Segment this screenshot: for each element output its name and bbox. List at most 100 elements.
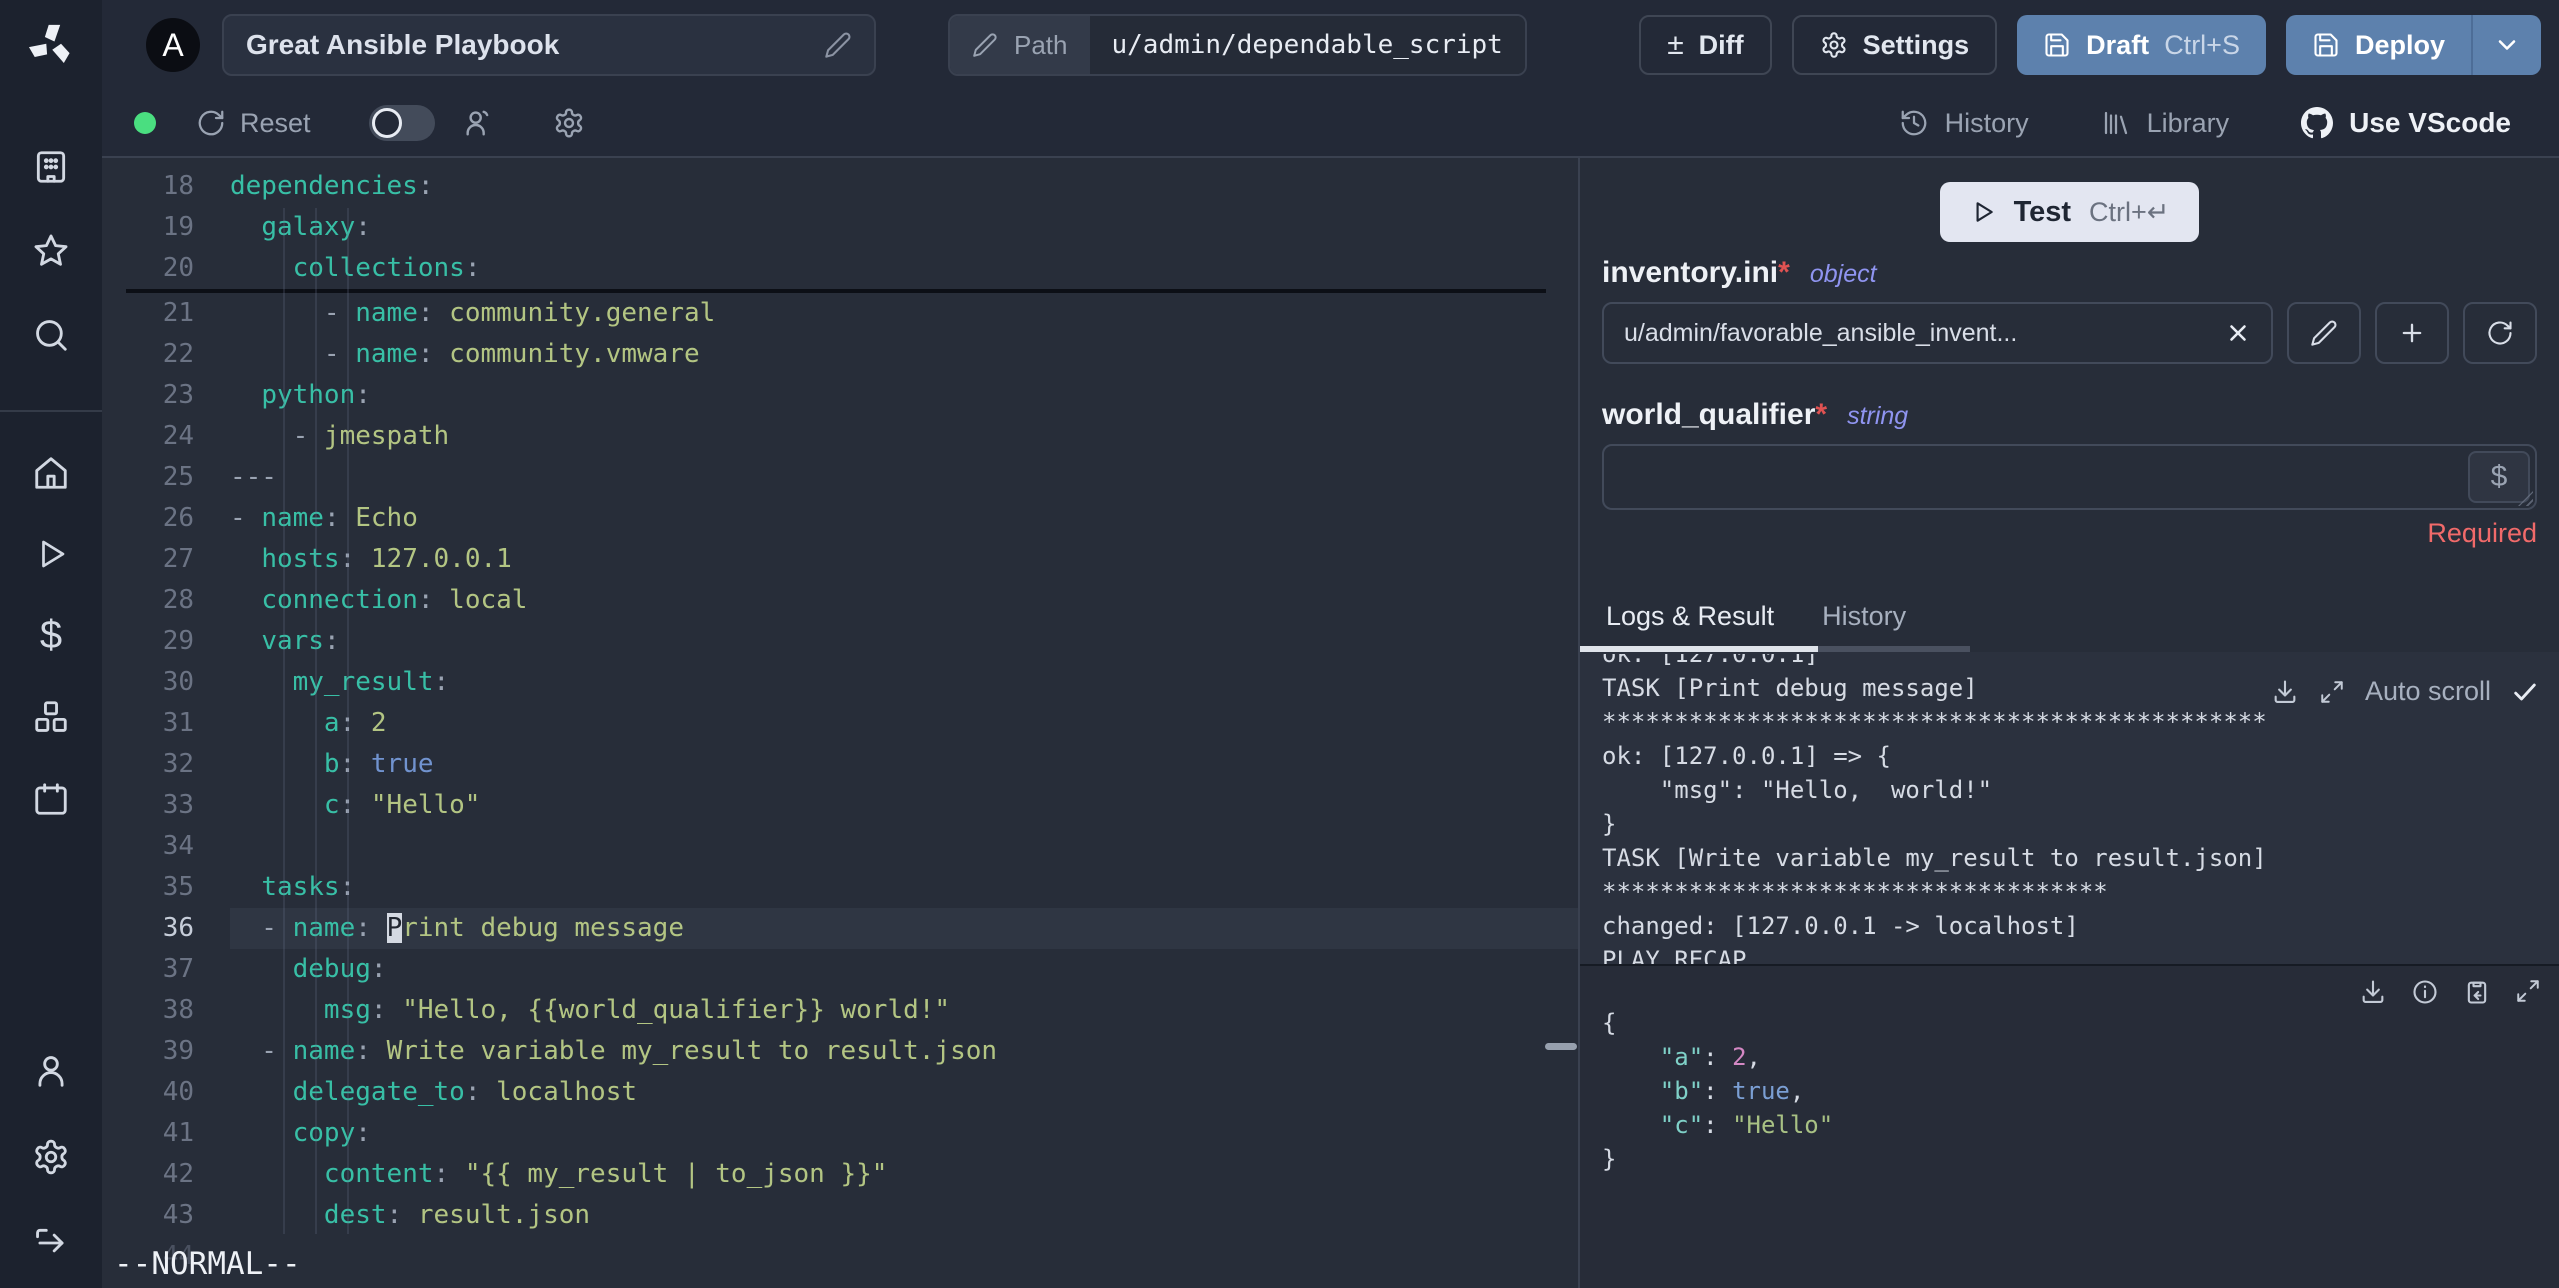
collaborators-icon[interactable] bbox=[463, 107, 495, 139]
required-asterisk: * bbox=[1815, 398, 1828, 431]
indent-guide bbox=[347, 208, 349, 1234]
refresh-icon bbox=[2486, 319, 2514, 347]
clear-resource-x-icon[interactable] bbox=[2225, 320, 2251, 346]
line-number: 35 bbox=[162, 872, 194, 902]
expand-logs-icon[interactable] bbox=[2319, 679, 2345, 705]
result-tabs: Logs & Result History bbox=[1580, 601, 2559, 652]
copy-result-clipboard-icon[interactable] bbox=[2463, 978, 2491, 1006]
path-value: u/admin/dependable_script bbox=[1089, 16, 1525, 74]
log-line: ok: [127.0.0.1] bbox=[1602, 654, 1819, 668]
library-label: Library bbox=[2146, 107, 2230, 138]
log-line: ****************************************… bbox=[1602, 708, 2267, 736]
vim-mode-indicator: --NORMAL-- bbox=[114, 1246, 301, 1282]
code-editor[interactable]: 18 dependencies: 19 galaxy: 20 collections:… bbox=[102, 158, 1578, 1288]
script-path-control[interactable]: Path u/admin/dependable_script bbox=[948, 14, 1527, 76]
result-info-icon[interactable] bbox=[2411, 978, 2439, 1006]
search-icon[interactable] bbox=[32, 316, 70, 354]
arg-world-qualifier-type: string bbox=[1847, 402, 1909, 430]
download-result-icon[interactable] bbox=[2359, 978, 2387, 1006]
edit-resource-button[interactable] bbox=[2287, 302, 2361, 364]
workspace-icon[interactable] bbox=[32, 148, 70, 186]
required-error: Required bbox=[2427, 518, 2537, 548]
code-line-23: 23 python: bbox=[102, 375, 1578, 416]
script-summary-input[interactable]: Great Ansible Playbook bbox=[222, 14, 876, 76]
insert-variable-dollar-button[interactable]: $ bbox=[2468, 451, 2530, 503]
arg-inventory-label: inventory.ini* bbox=[1602, 256, 1790, 289]
sticky-scroll-lines: 18 dependencies: 19 galaxy: 20 collections: bbox=[102, 158, 1578, 289]
code-line-41: 41 copy: bbox=[102, 1113, 1578, 1154]
ansible-letter: A bbox=[162, 26, 184, 63]
code-line-28: 28 connection: local bbox=[102, 580, 1578, 621]
editor-settings-gear-icon[interactable] bbox=[553, 107, 585, 139]
refresh-resource-button[interactable] bbox=[2463, 302, 2537, 364]
draft-button[interactable]: Draft Ctrl+S bbox=[2017, 15, 2266, 75]
code-line-20: 20 collections: bbox=[102, 248, 1578, 289]
add-resource-button[interactable] bbox=[2375, 302, 2449, 364]
favorites-star-icon[interactable] bbox=[32, 232, 70, 270]
test-button[interactable]: Test Ctrl+↵ bbox=[1939, 182, 2200, 242]
library-button[interactable]: Library bbox=[2101, 107, 2230, 139]
result-json: { "a": 2, "b": true, "c": "Hello"} bbox=[1602, 1006, 2559, 1176]
home-icon[interactable] bbox=[32, 454, 70, 492]
code-line-19: 19 galaxy: bbox=[102, 207, 1578, 248]
logout-icon[interactable] bbox=[32, 1224, 70, 1262]
tab-history[interactable]: History bbox=[1822, 601, 1906, 632]
github-icon bbox=[2301, 107, 2334, 139]
indent-guide bbox=[315, 208, 317, 1234]
inventory-resource-value: u/admin/favorable_ansible_invent... bbox=[1624, 318, 2018, 347]
runs-play-icon[interactable] bbox=[33, 536, 69, 572]
save-icon bbox=[2043, 31, 2071, 59]
arg-world-qualifier-label: world_qualifier* bbox=[1602, 398, 1828, 431]
result-pane[interactable]: { "a": 2, "b": true, "c": "Hello"} bbox=[1580, 964, 2559, 1288]
resources-boxes-icon[interactable] bbox=[32, 698, 70, 736]
expand-result-icon[interactable] bbox=[2515, 978, 2541, 1006]
code-line-43: 43 dest: result.json bbox=[102, 1195, 1578, 1236]
code-line-33: 33 c: "Hello" bbox=[102, 785, 1578, 826]
schedules-calendar-icon[interactable] bbox=[32, 780, 70, 818]
history-button[interactable]: History bbox=[1899, 108, 2029, 139]
result-line: } bbox=[1602, 1145, 1617, 1173]
world-qualifier-input[interactable]: $ bbox=[1602, 444, 2537, 510]
line-number: 34 bbox=[162, 831, 194, 861]
panel-resizer-handle[interactable] bbox=[1545, 1043, 1577, 1050]
plus-icon bbox=[2398, 319, 2426, 347]
line-number: 32 bbox=[162, 749, 194, 779]
reset-button[interactable]: Reset bbox=[196, 108, 311, 139]
indent-guide bbox=[283, 208, 285, 1234]
use-vscode-button[interactable]: Use VScode bbox=[2301, 107, 2511, 139]
deploy-dropdown-button[interactable] bbox=[2471, 15, 2541, 75]
line-number: 22 bbox=[162, 339, 194, 369]
code-line-22: 22 - name: community.vmware bbox=[102, 334, 1578, 375]
sidebar-divider bbox=[0, 410, 102, 412]
log-line: "msg": "Hello, world!" bbox=[1602, 776, 1993, 804]
user-icon[interactable] bbox=[32, 1052, 70, 1090]
line-number: 29 bbox=[162, 626, 194, 656]
play-icon bbox=[1970, 199, 1996, 225]
deploy-button[interactable]: Deploy bbox=[2286, 15, 2471, 75]
variables-dollar-icon[interactable]: $ bbox=[40, 615, 62, 655]
download-logs-icon[interactable] bbox=[2271, 678, 2299, 706]
path-label: Path bbox=[1014, 29, 1068, 60]
code-line-44: 44 bbox=[102, 1236, 1578, 1277]
line-number: 40 bbox=[162, 1077, 194, 1107]
path-label-segment[interactable]: Path bbox=[950, 16, 1090, 74]
tab-logs-result[interactable]: Logs & Result bbox=[1606, 601, 1774, 632]
code-line-30: 30 my_result: bbox=[102, 662, 1578, 703]
edit-summary-pencil-icon[interactable] bbox=[824, 31, 852, 59]
autoscroll-check-icon[interactable] bbox=[2511, 678, 2539, 706]
assistant-toggle[interactable] bbox=[368, 105, 435, 141]
inventory-resource-input[interactable]: u/admin/favorable_ansible_invent... bbox=[1602, 302, 2273, 364]
log-line: ok: [127.0.0.1] => { bbox=[1602, 742, 1891, 770]
logs-pane[interactable]: ok: [127.0.0.1] TASK [Print debug message… bbox=[1580, 652, 2559, 964]
diff-button[interactable]: ± Diff bbox=[1639, 15, 1772, 75]
toggle-knob bbox=[371, 108, 402, 138]
settings-button[interactable]: Settings bbox=[1791, 15, 1998, 75]
settings-gear-icon[interactable] bbox=[32, 1138, 70, 1176]
topbar: A Great Ansible Playbook Path u/admin/de… bbox=[102, 0, 2559, 90]
code-line-32: 32 b: true bbox=[102, 744, 1578, 785]
windmill-logo[interactable] bbox=[0, 0, 102, 90]
history-clock-icon bbox=[1899, 108, 1929, 138]
line-number: 30 bbox=[162, 667, 194, 697]
result-line: { bbox=[1602, 1009, 1617, 1037]
code-line-42: 42 content: "{{ my_result | to_json }}" bbox=[102, 1154, 1578, 1195]
